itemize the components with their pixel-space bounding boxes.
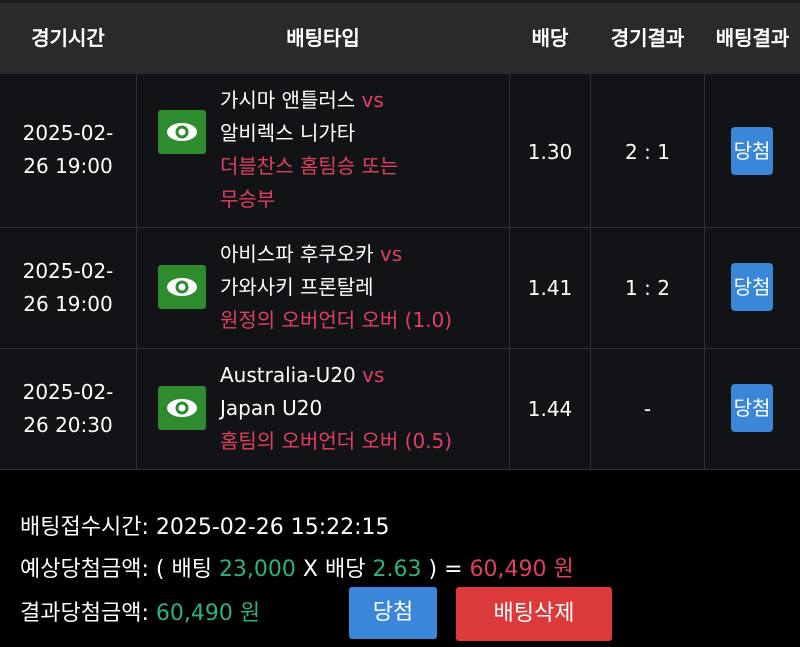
match-date: 2025-02-	[22, 380, 114, 404]
odds-value: 1.44	[527, 397, 573, 421]
odds-value: 1.41	[527, 276, 573, 300]
column-divider	[509, 74, 510, 470]
result-label: 결과당첨금액:	[20, 601, 149, 626]
table-row: 2025-02- 26 19:00 아비스파 후쿠오카 vs 가와사키 프론탈레…	[0, 228, 800, 349]
match-time: 2025-02- 26 19:00	[0, 255, 136, 321]
bet-type: 가시마 앤틀러스 vs 알비렉스 니가타 더블찬스 홈팀승 또는 무승부	[220, 84, 505, 216]
eye-icon	[167, 123, 197, 141]
bet-label: 배팅	[171, 557, 212, 582]
bet-result-badge: 당첨	[731, 127, 773, 175]
result-win-line: 결과당첨금액: 60,490 원	[20, 595, 260, 627]
vs-label: vs	[379, 242, 403, 266]
header-bet-result: 배팅결과	[715, 26, 790, 50]
table-row: 2025-02- 26 19:00 가시마 앤틀러스 vs 알비렉스 니가타 더…	[0, 74, 800, 228]
received-time: 2025-02-26 15:22:15	[155, 515, 390, 540]
table-row: 2025-02- 26 20:30 Australia-U20 vs Japan…	[0, 349, 800, 470]
column-divider	[136, 74, 137, 470]
table-header: 경기시간 배팅타입 배당 경기결과 배팅결과	[0, 0, 800, 74]
view-button[interactable]	[158, 386, 206, 430]
pick-line1: 홈팀의 오버언더 오버 (0.5)	[220, 429, 453, 453]
bet-summary: 배팅접수시간: 2025-02-26 15:22:15 예상당첨금액: ( 배팅…	[0, 471, 800, 647]
header-time: 경기시간	[31, 26, 105, 50]
team-home: 가시마 앤틀러스	[220, 88, 356, 112]
header-odds: 배당	[531, 26, 569, 50]
odds-value: 1.30	[527, 140, 573, 164]
team-away: 알비렉스 니가타	[220, 121, 356, 145]
header-game-result: 경기결과	[610, 26, 685, 50]
team-home: 아비스파 후쿠오카	[220, 242, 374, 266]
bet-result-badge: 당첨	[731, 384, 773, 432]
bet-type: 아비스파 후쿠오카 vs 가와사키 프론탈레 원정의 오버언더 오버 (1.0)	[220, 238, 505, 337]
eye-icon	[167, 278, 197, 296]
game-result: 1 : 2	[625, 276, 670, 300]
match-hour: 26 19:00	[23, 292, 113, 316]
team-away: Japan U20	[220, 396, 323, 420]
column-divider	[590, 74, 591, 470]
bet-result-badge: 당첨	[731, 263, 773, 311]
equals-sign: =	[444, 557, 463, 582]
view-button[interactable]	[158, 110, 206, 154]
team-away: 가와사키 프론탈레	[220, 275, 374, 299]
column-divider	[704, 74, 705, 470]
pick-line1: 더블찬스 홈팀승 또는	[220, 154, 399, 178]
win-button[interactable]: 당첨	[349, 587, 437, 639]
bet-type: Australia-U20 vs Japan U20 홈팀의 오버언더 오버 (…	[220, 359, 505, 458]
result-amount: 60,490 원	[155, 601, 261, 626]
pick-line1: 원정의 오버언더 오버 (1.0)	[220, 308, 453, 332]
match-hour: 26 20:30	[23, 413, 113, 437]
odds-label: 배당	[325, 557, 366, 582]
game-result: -	[643, 397, 652, 421]
expected-label: 예상당첨금액:	[20, 557, 149, 582]
open-paren: (	[155, 557, 165, 582]
view-button[interactable]	[158, 265, 206, 309]
match-time: 2025-02- 26 19:00	[0, 117, 136, 183]
times-sign: X	[302, 557, 318, 582]
bet-amount: 23,000	[218, 557, 296, 582]
match-date: 2025-02-	[22, 259, 114, 283]
game-result: 2 : 1	[625, 140, 670, 164]
pick-line2: 무승부	[220, 187, 276, 211]
received-time-line: 배팅접수시간: 2025-02-26 15:22:15	[20, 509, 390, 541]
match-time: 2025-02- 26 20:30	[0, 376, 136, 442]
vs-label: vs	[362, 363, 385, 387]
match-date: 2025-02-	[22, 121, 114, 145]
close-paren: )	[428, 557, 438, 582]
expected-amount: 60,490 원	[469, 557, 574, 582]
team-home: Australia-U20	[220, 363, 356, 387]
total-odds: 2.63	[372, 557, 422, 582]
header-bettype: 배팅타입	[286, 26, 360, 50]
vs-label: vs	[361, 88, 384, 112]
eye-icon	[167, 399, 197, 417]
match-hour: 26 19:00	[23, 154, 113, 178]
received-label: 배팅접수시간:	[20, 515, 149, 540]
expected-win-line: 예상당첨금액: ( 배팅 23,000 X 배당 2.63 ) = 60,490…	[20, 551, 574, 583]
delete-bet-button[interactable]: 배팅삭제	[456, 587, 612, 641]
